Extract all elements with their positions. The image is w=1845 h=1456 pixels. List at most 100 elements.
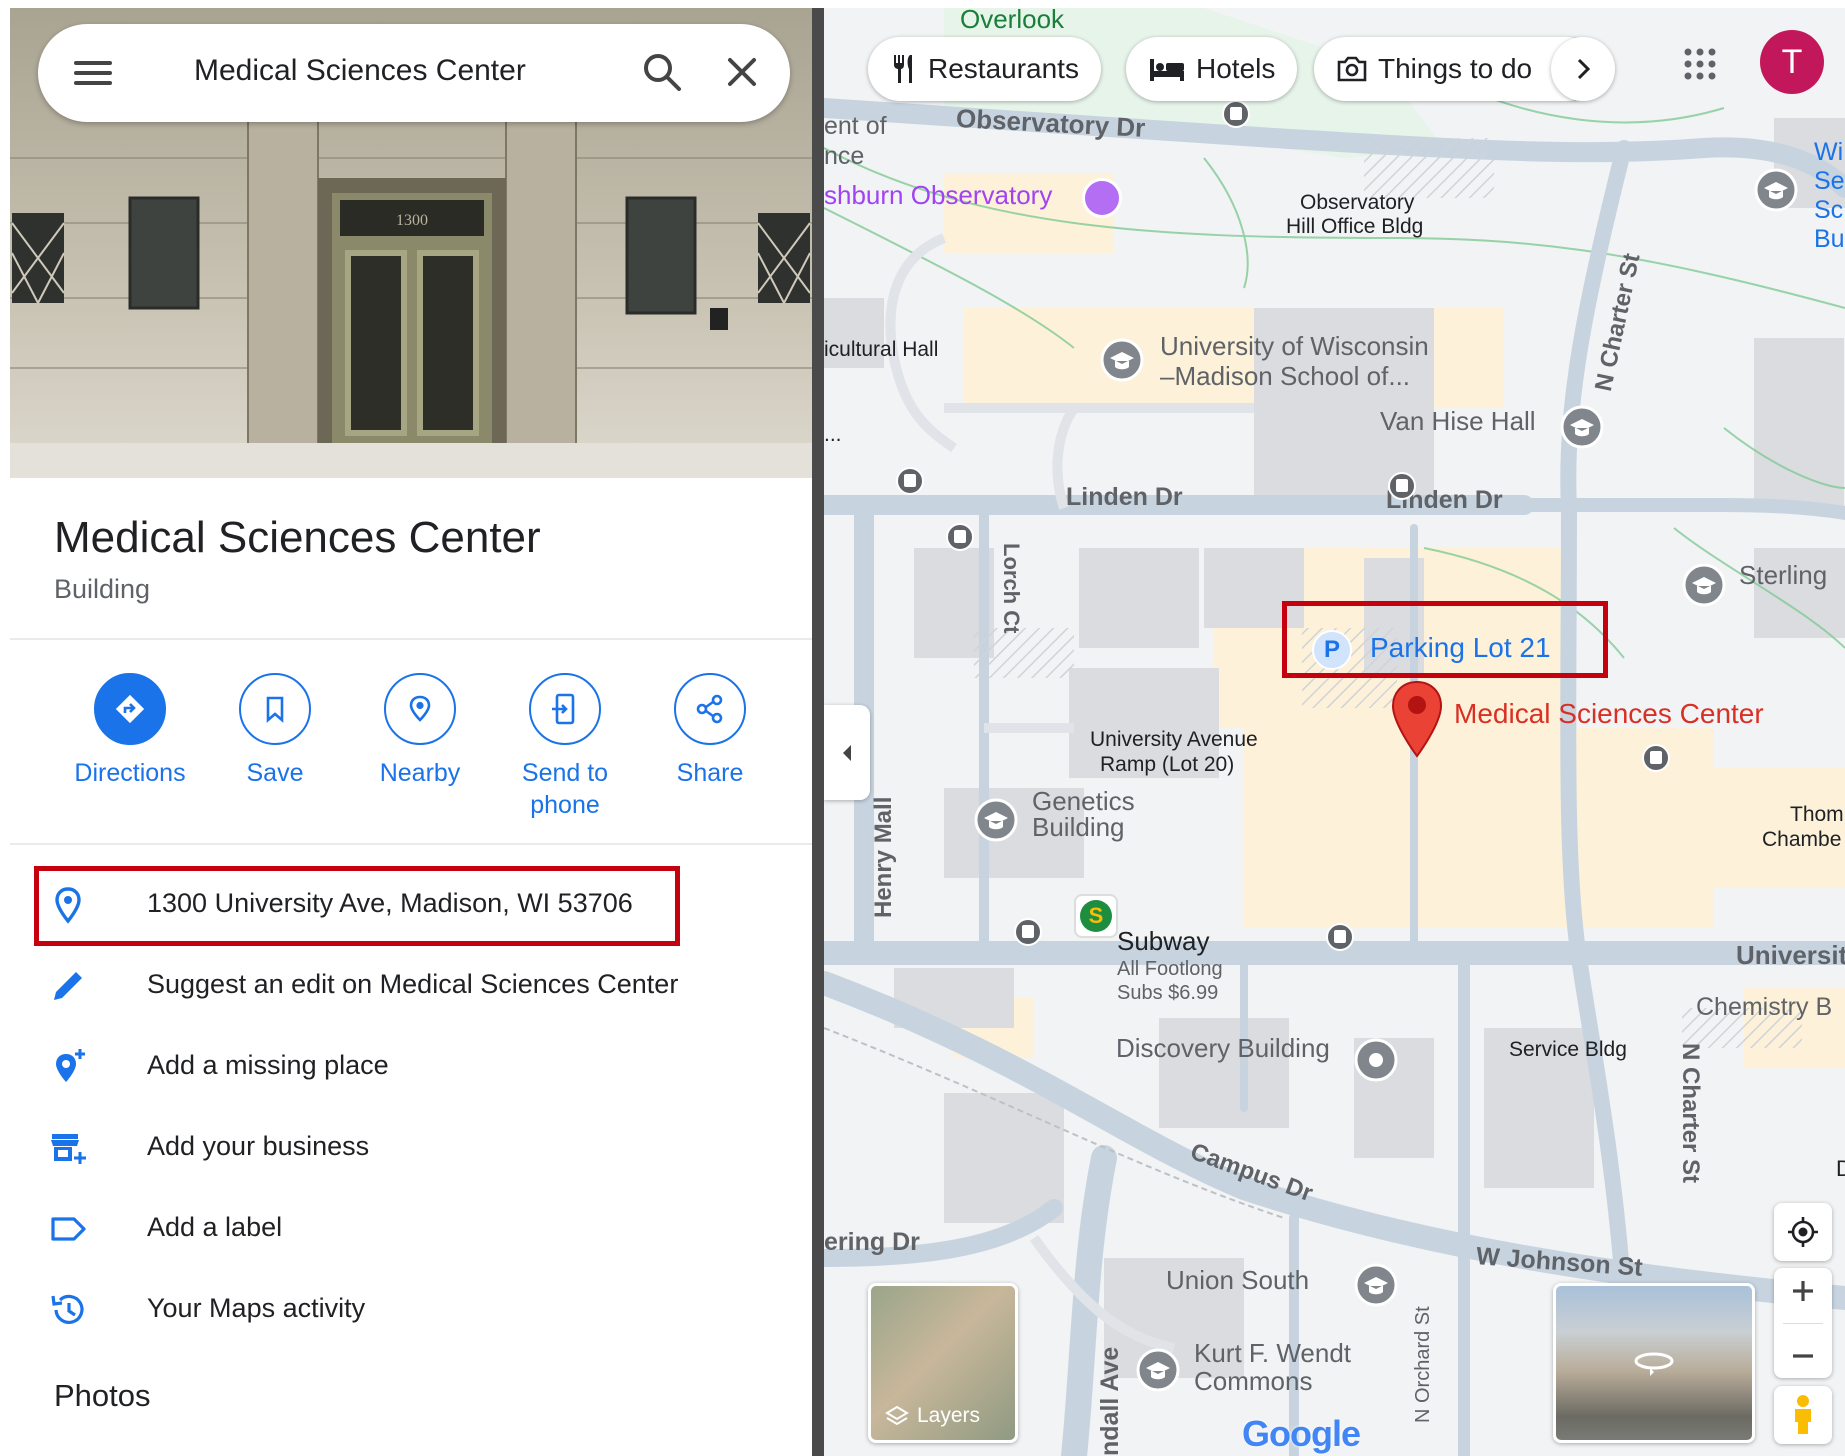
maps-activity-row[interactable]: Your Maps activity: [10, 1275, 812, 1345]
bus-stop-icon[interactable]: [1222, 100, 1250, 128]
share-icon: [696, 694, 723, 724]
collapse-panel-button[interactable]: [824, 705, 870, 800]
my-location-button[interactable]: [1774, 1203, 1832, 1261]
place-photo[interactable]: 1300 Medical Sciences Center: [10, 8, 812, 478]
discovery-poi-icon[interactable]: [1354, 1038, 1398, 1082]
divider-line: [10, 843, 812, 845]
place-thomas-2: Chambe: [1762, 828, 1842, 851]
place-ramp-2: Ramp (Lot 20): [1100, 753, 1235, 776]
place-washburn-observatory[interactable]: shburn Observatory: [824, 180, 1052, 211]
search-icon[interactable]: [640, 50, 684, 94]
place-van-hise-hall[interactable]: Van Hise Hall: [1380, 406, 1536, 437]
place-kurt-wendt-1[interactable]: Kurt F. Wendt: [1194, 1338, 1351, 1369]
place-discovery-building[interactable]: Discovery Building: [1116, 1033, 1330, 1064]
google-logo: Google: [1242, 1413, 1361, 1454]
school-icon[interactable]: [1560, 405, 1604, 449]
pegman-button[interactable]: [1774, 1386, 1832, 1444]
address-text: 1300 University Ave, Madison, WI 53706: [147, 888, 633, 918]
bus-stop-icon[interactable]: [946, 523, 974, 551]
address-row[interactable]: 1300 University Ave, Madison, WI 53706: [10, 870, 812, 940]
camera-poi-icon[interactable]: [1082, 178, 1122, 218]
place-wi-3[interactable]: Sc: [1814, 196, 1843, 225]
maps-activity-text: Your Maps activity: [147, 1293, 366, 1323]
place-parking-lot-21[interactable]: Parking Lot 21: [1370, 632, 1551, 664]
place-union-south[interactable]: Union South: [1166, 1265, 1309, 1296]
street-view-preview[interactable]: [1553, 1283, 1755, 1443]
add-label-row[interactable]: Add a label: [10, 1194, 812, 1264]
close-icon[interactable]: [722, 52, 762, 92]
bus-stop-icon[interactable]: [1642, 744, 1670, 772]
school-icon[interactable]: [1354, 1263, 1398, 1307]
add-missing-place-row[interactable]: Add a missing place: [10, 1032, 812, 1102]
place-uw-school-2[interactable]: –Madison School of...: [1160, 361, 1410, 392]
layers-button[interactable]: Layers: [868, 1283, 1018, 1443]
street-ering-dr: ering Dr: [824, 1228, 920, 1256]
school-icon[interactable]: [1136, 1348, 1180, 1392]
suggest-edit-row[interactable]: Suggest an edit on Medical Sciences Cent…: [10, 951, 812, 1021]
add-missing-place-text: Add a missing place: [147, 1050, 389, 1080]
street-university: Universit: [1736, 940, 1845, 970]
street-ndall-ave: ndall Ave: [1096, 1346, 1124, 1456]
label-icon: [48, 1209, 88, 1249]
maps-app: 1300 Medical Sciences Center Medical Sci…: [0, 0, 1845, 1456]
place-sterling[interactable]: Sterling: [1739, 560, 1827, 591]
nearby-label: Nearby: [379, 759, 461, 787]
send-to-phone-button[interactable]: Send to phone: [490, 673, 640, 821]
directions-label: Directions: [74, 759, 186, 787]
chip-restaurants[interactable]: Restaurants: [868, 37, 1101, 101]
place-service-bldg: Service Bldg: [1509, 1038, 1627, 1061]
bus-stop-icon[interactable]: [1326, 923, 1354, 951]
school-icon[interactable]: [1754, 168, 1798, 212]
street-linden-dr-1: Linden Dr: [1066, 483, 1183, 511]
place-chemistry[interactable]: Chemistry B: [1696, 993, 1832, 1022]
add-business-row[interactable]: Add your business: [10, 1113, 812, 1183]
place-thomas-1: Thom: [1790, 803, 1844, 826]
nearby-button[interactable]: Nearby: [345, 673, 495, 789]
subway-logo-icon[interactable]: S: [1074, 894, 1118, 938]
school-icon[interactable]: [1682, 563, 1726, 607]
place-subway[interactable]: Subway: [1117, 926, 1210, 957]
bus-stop-icon[interactable]: [1388, 472, 1416, 500]
directions-button[interactable]: Directions: [55, 673, 205, 789]
chips-next-button[interactable]: [1551, 37, 1615, 101]
place-wi-1[interactable]: Wi: [1814, 138, 1843, 167]
menu-icon[interactable]: [74, 57, 112, 89]
chevron-left-icon: [843, 744, 851, 761]
chip-things-to-do-label: Things to do: [1378, 53, 1533, 84]
search-input[interactable]: Medical Sciences Center: [194, 54, 526, 88]
bus-stop-icon[interactable]: [1014, 918, 1042, 946]
add-label-text: Add a label: [147, 1212, 283, 1242]
place-wi-2[interactable]: Se: [1814, 167, 1845, 196]
zoom-out-icon[interactable]: [1790, 1343, 1816, 1369]
suggest-edit-text: Suggest an edit on Medical Sciences Cent…: [147, 969, 679, 999]
my-location-icon: [1788, 1217, 1818, 1247]
bus-stop-icon[interactable]: [896, 467, 924, 495]
place-title: Medical Sciences Center: [54, 513, 541, 562]
place-genetics-2[interactable]: Building: [1032, 812, 1125, 843]
place-marker-icon[interactable]: [1390, 680, 1444, 758]
save-button[interactable]: Save: [200, 673, 350, 789]
overlook-label: Overlook: [960, 8, 1065, 34]
add-business-text: Add your business: [147, 1131, 370, 1161]
place-uw-school-1[interactable]: University of Wisconsin: [1160, 331, 1429, 362]
place-ramp-1: University Avenue: [1090, 728, 1258, 751]
map-canvas[interactable]: Overlook Observatory Dr Linden Dr Linden…: [824, 8, 1845, 1456]
place-wi-4[interactable]: Bu: [1814, 225, 1845, 254]
school-icon[interactable]: [1100, 338, 1144, 382]
chip-hotels[interactable]: Hotels: [1126, 37, 1298, 101]
panel-divider[interactable]: [812, 8, 824, 1456]
chip-restaurants-label: Restaurants: [928, 53, 1079, 84]
camera-icon: [1337, 56, 1367, 82]
place-medical-sciences-center[interactable]: Medical Sciences Center: [1454, 698, 1764, 730]
layers-label: Layers: [917, 1404, 981, 1427]
place-kurt-wendt-2[interactable]: Commons: [1194, 1366, 1312, 1397]
apps-grid-icon[interactable]: [1682, 46, 1718, 82]
share-button[interactable]: Share: [635, 673, 785, 789]
school-icon[interactable]: [974, 798, 1018, 842]
chip-hotels-label: Hotels: [1196, 53, 1276, 84]
share-label: Share: [676, 759, 744, 787]
search-bar[interactable]: Medical Sciences Center: [38, 24, 790, 122]
zoom-in-icon[interactable]: [1790, 1278, 1816, 1304]
account-avatar[interactable]: T: [1760, 30, 1824, 94]
parking-icon[interactable]: P: [1312, 630, 1352, 670]
